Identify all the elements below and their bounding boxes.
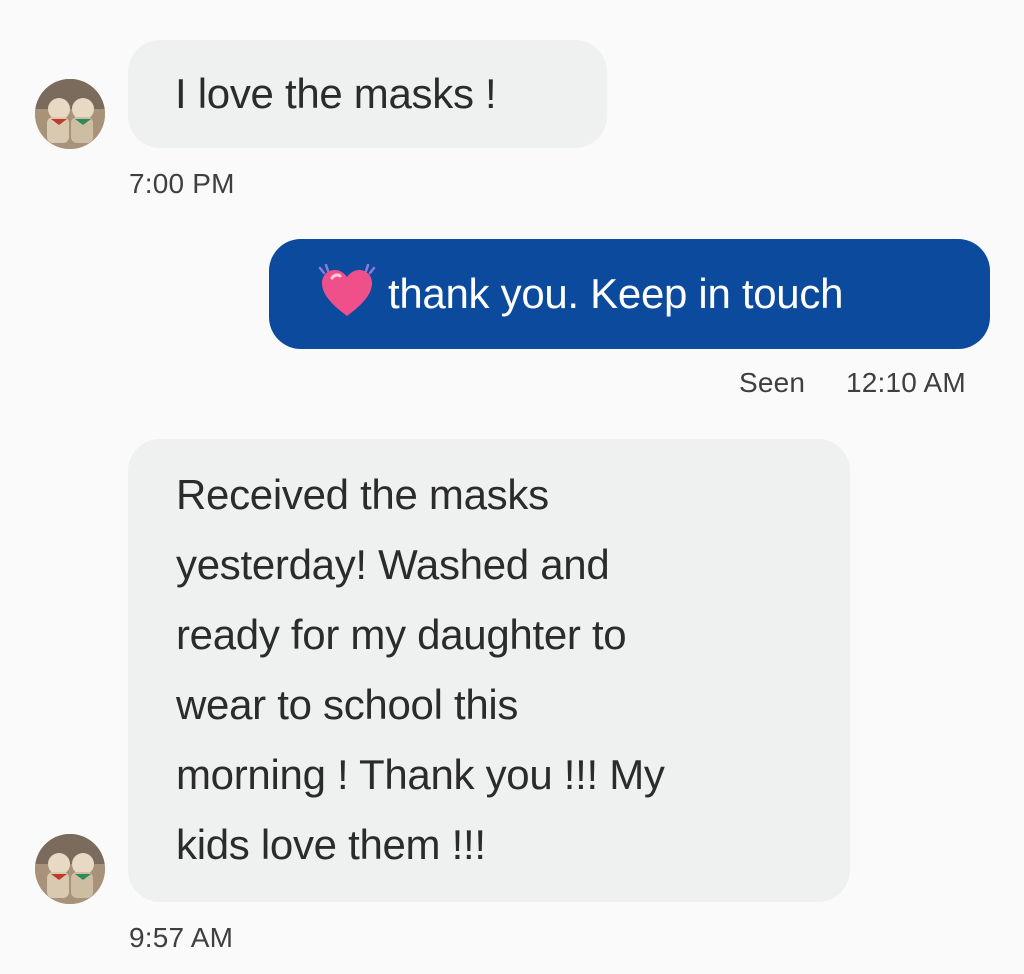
message-line: morning ! Thank you !!! My bbox=[176, 751, 665, 798]
message-text: thank you. Keep in touch bbox=[388, 270, 844, 317]
message-timestamp: 9:57 AM bbox=[129, 922, 234, 953]
message-line: yesterday! Washed and bbox=[176, 541, 610, 588]
message-line: ready for my daughter to bbox=[176, 611, 627, 658]
outgoing-message-content: thank you. Keep in touch bbox=[318, 259, 990, 329]
message-line: wear to school this bbox=[176, 681, 519, 728]
incoming-message-bubble[interactable]: I love the masks ! bbox=[128, 40, 607, 148]
message-line: kids love them !!! bbox=[176, 821, 486, 868]
outgoing-message-bubble[interactable]: thank you. Keep in touch bbox=[269, 239, 990, 349]
incoming-message-bubble[interactable]: Received the masks yesterday! Washed and… bbox=[128, 439, 850, 902]
message-text: I love the masks ! bbox=[175, 70, 497, 117]
message-line: Received the masks bbox=[176, 471, 549, 518]
seen-status: Seen bbox=[739, 367, 806, 398]
beating-heart-icon bbox=[318, 264, 376, 316]
sender-avatar[interactable] bbox=[35, 79, 105, 149]
message-timestamp: 7:00 PM bbox=[129, 168, 235, 199]
sender-avatar[interactable] bbox=[35, 834, 105, 904]
message-timestamp: 12:10 AM bbox=[846, 367, 966, 398]
